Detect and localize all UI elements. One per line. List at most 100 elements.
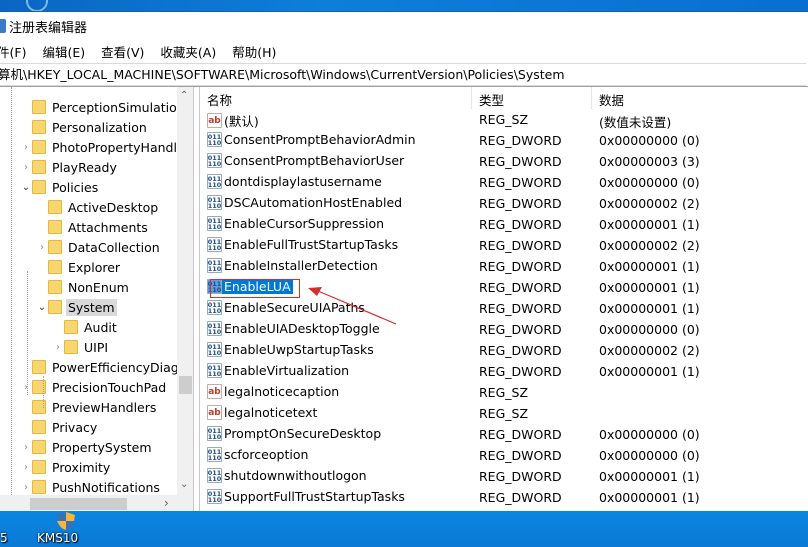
tree-item[interactable]: PerceptionSimulation (20, 97, 177, 117)
dword-value-icon: 011 110 (207, 447, 222, 462)
column-header-type[interactable]: 类型 (479, 90, 504, 109)
folder-icon (48, 260, 62, 274)
tree-guide-line (27, 271, 28, 395)
menu-favorites[interactable]: 收藏夹(A) (160, 42, 216, 61)
tree-item[interactable]: Attachments (36, 217, 150, 237)
value-type: REG_DWORD (479, 427, 562, 442)
list-row[interactable]: 011 110 scforceoption REG_DWORD 0x00000000 (… (200, 445, 808, 466)
list-row[interactable]: ab legalnoticetext REG_SZ (200, 403, 808, 424)
expand-chevron-icon[interactable]: › (20, 162, 32, 173)
value-type: REG_DWORD (479, 490, 562, 505)
list-row[interactable]: 011 110 EnableFullTrustStartupTasks REG_DWO… (200, 235, 808, 256)
menu-view[interactable]: 查看(V) (101, 42, 144, 61)
tree-item[interactable]: › PropertySystem (20, 437, 154, 457)
collapse-chevron-icon[interactable]: ⌄ (20, 182, 32, 193)
desktop-icon-label[interactable]: 5 (0, 531, 8, 545)
expand-chevron-icon[interactable]: › (20, 142, 32, 153)
list-row[interactable]: 011 110 PromptOnSecureDesktop REG_DWORD 0x00… (200, 424, 808, 445)
value-name: ConsentPromptBehaviorAdmin (224, 132, 416, 147)
folder-icon (32, 440, 46, 454)
tree-item-label: PerceptionSimulation (52, 99, 177, 115)
list-row[interactable]: 011 110 EnableCursorSuppression REG_DWORD 0x… (200, 214, 808, 235)
tree-item[interactable]: › Proximity (20, 457, 112, 477)
list-row[interactable]: 011 110 SupportFullTrustStartupTasks REG_DW… (200, 487, 808, 508)
column-separator[interactable] (591, 87, 592, 109)
tree-item[interactable]: › PushNotifications (20, 477, 162, 495)
tree-vertical-scrollbar[interactable]: ⌃ ⌄ (177, 87, 193, 495)
tree-item[interactable]: Personalization (20, 117, 149, 137)
expand-chevron-icon[interactable]: › (20, 442, 32, 453)
tree-item[interactable]: ActiveDesktop (36, 197, 160, 217)
list-row[interactable]: 011 110 EnableVirtualization REG_DWORD 0x000… (200, 361, 808, 382)
expand-chevron-icon[interactable]: › (20, 382, 32, 393)
value-name: legalnoticecaption (224, 384, 340, 399)
value-type: REG_DWORD (479, 238, 562, 253)
desktop-icon-label-kms[interactable]: KMS10 (37, 531, 78, 545)
tree-item[interactable]: › DataCollection (36, 237, 162, 257)
address-bar[interactable]: 算机\HKEY_LOCAL_MACHINE\SOFTWARE\Microsoft… (0, 63, 806, 86)
tree-item[interactable]: › PlayReady (20, 157, 119, 177)
value-type: REG_DWORD (479, 217, 562, 232)
tree-item[interactable]: › UIPI (52, 337, 110, 357)
expand-chevron-icon[interactable]: › (52, 342, 64, 353)
hscroll-thumb[interactable] (30, 498, 127, 510)
tree-item[interactable]: Explorer (36, 257, 122, 277)
value-name: scforceoption (224, 447, 309, 462)
value-name: EnableFullTrustStartupTasks (224, 237, 399, 252)
value-name: EnableUIADesktopToggle (224, 321, 380, 336)
tree-item-label: PreviewHandlers (52, 399, 157, 415)
expand-chevron-icon[interactable]: › (20, 482, 32, 493)
scroll-down-icon[interactable]: ⌄ (180, 479, 188, 490)
value-name-cell: 011 110 EnableCursorSuppression (207, 216, 384, 231)
expand-chevron-icon[interactable]: › (20, 462, 32, 473)
folder-icon (32, 360, 46, 374)
tree-item[interactable]: PowerEfficiencyDiagr (20, 357, 177, 377)
list-row[interactable]: 011 110 EnableInstallerDetection REG_DWORD 0… (200, 256, 808, 277)
panes: PerceptionSimulation Personalization › Phot… (0, 86, 808, 513)
scroll-thumb[interactable] (179, 376, 192, 394)
tree-item[interactable]: ⌄ Policies (20, 177, 100, 197)
folder-icon (32, 120, 46, 134)
list-row[interactable]: 011 110 ConsentPromptBehaviorUser REG_DWORD… (200, 151, 808, 172)
menu-edit[interactable]: 编辑(E) (42, 42, 85, 61)
list-row[interactable]: 011 110 dontdisplaylastusername REG_DWORD 0x… (200, 172, 808, 193)
list-row[interactable]: 011 110 EnableUIADesktopToggle REG_DWORD 0x0… (200, 319, 808, 340)
list-row[interactable]: 011 110 EnableSecureUIAPaths REG_DWORD 0x000… (200, 298, 808, 319)
value-name: EnableVirtualization (224, 363, 350, 378)
list-row[interactable]: 011 110 shutdownwithoutlogon REG_DWORD 0x000… (200, 466, 808, 487)
registry-editor-window: 注册表编辑器 件(F) 编辑(E) 查看(V) 收藏夹(A) 帮助(H) 算机\… (0, 11, 808, 513)
value-name-cell: 011 110 DSCAutomationHostEnabled (207, 195, 402, 210)
scroll-right-icon[interactable]: › (164, 496, 169, 510)
tree-item[interactable]: PreviewHandlers (20, 397, 158, 417)
collapse-chevron-icon[interactable]: ⌄ (36, 302, 48, 313)
list-row[interactable]: ab legalnoticecaption REG_SZ (200, 382, 808, 403)
list-row[interactable]: ab (默认) REG_SZ (数值未设置) (200, 109, 808, 130)
value-name-cell: 011 110 dontdisplaylastusername (207, 174, 382, 189)
list-row[interactable]: 011 110 EnableUwpStartupTasks REG_DWORD 0x00… (200, 340, 808, 361)
dword-value-icon: 011 110 (207, 237, 222, 252)
column-header-name[interactable]: 名称 (207, 90, 232, 109)
tree-item[interactable]: › PhotoPropertyHandle (20, 137, 177, 157)
list-row[interactable]: 011 110 ConsentPromptBehaviorAdmin REG_DWOR… (200, 130, 808, 151)
menu-file[interactable]: 件(F) (0, 42, 26, 61)
value-name-cell: ab legalnoticecaption (207, 384, 339, 399)
value-name-cell: 011 110 EnableSecureUIAPaths (207, 300, 365, 315)
kms-shield-icon[interactable] (55, 511, 77, 531)
value-type: REG_SZ (479, 112, 529, 127)
tree-item[interactable]: NonEnum (36, 277, 131, 297)
column-header-data[interactable]: 数据 (599, 90, 624, 109)
value-type: REG_DWORD (479, 259, 562, 274)
column-separator[interactable] (471, 87, 472, 109)
value-data: 0x00000001 (1) (599, 217, 700, 232)
scroll-up-icon[interactable]: ⌃ (180, 90, 188, 101)
menu-help[interactable]: 帮助(H) (232, 42, 276, 61)
list-row[interactable]: 011 110 EnableLUA REG_DWORD 0x00000001 (1) (200, 277, 808, 298)
dword-value-icon: 011 110 (207, 342, 222, 357)
tree-item[interactable]: Privacy (20, 417, 99, 437)
expand-chevron-icon[interactable]: › (36, 242, 48, 253)
tree-item-label: DataCollection (68, 239, 160, 255)
tree-item[interactable]: ⌄ System (36, 297, 117, 317)
value-data: 0x00000003 (3) (599, 154, 700, 169)
list-row[interactable]: 011 110 DSCAutomationHostEnabled REG_DWORD 0… (200, 193, 808, 214)
tree-item[interactable]: Audit (52, 317, 119, 337)
